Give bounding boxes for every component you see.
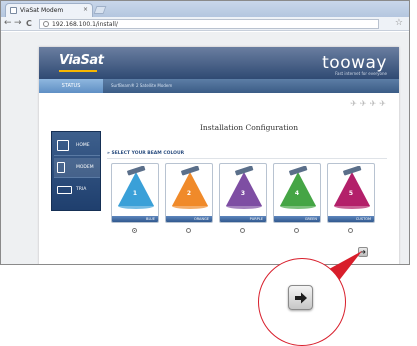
callout-pointer (320, 251, 362, 287)
arrow-right-icon (295, 292, 307, 304)
next-button-zoomed[interactable] (288, 285, 313, 310)
